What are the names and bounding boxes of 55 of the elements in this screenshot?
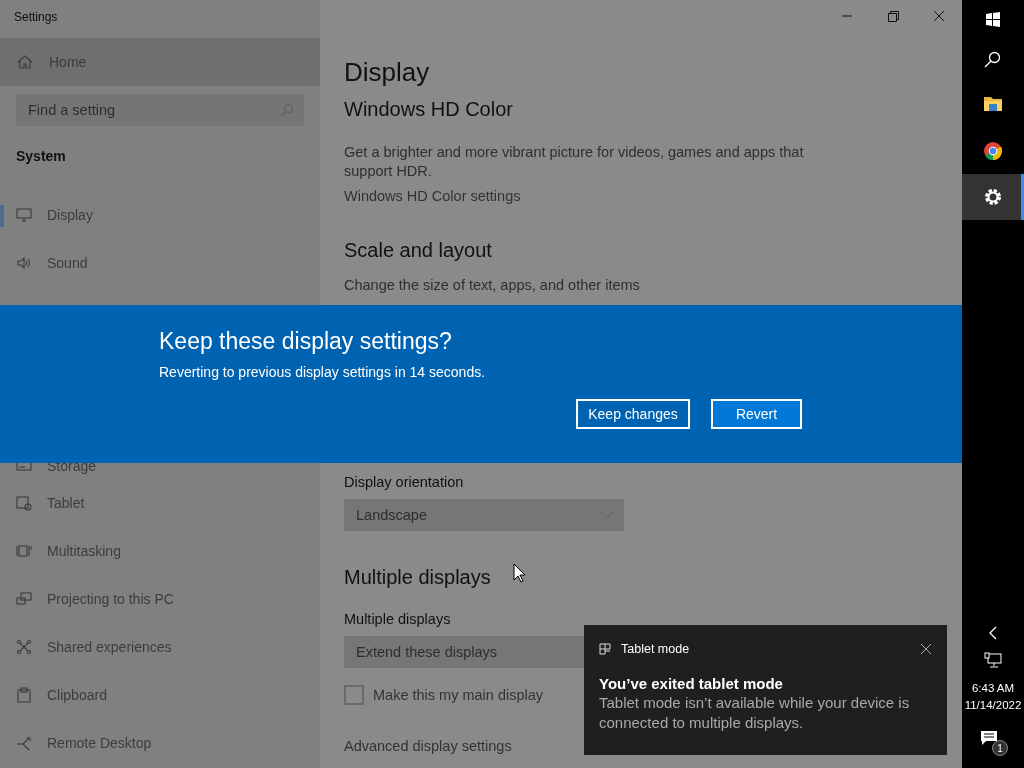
windows-stack-icon [16, 543, 32, 559]
browser-icon [983, 141, 1003, 161]
checkbox-label: Make this my main display [373, 687, 544, 703]
settings-link[interactable]: Windows HD Color settings [344, 188, 521, 204]
monitor-icon [16, 207, 32, 223]
section-title: System [15, 148, 67, 164]
sidebar-item[interactable]: Multitasking [0, 527, 320, 575]
house-icon [17, 54, 33, 70]
network-nodes-icon [16, 639, 32, 655]
speaker-icon [16, 255, 32, 271]
tablet-icon [16, 495, 32, 511]
sidebar-item[interactable]: Shared experiences [0, 623, 320, 671]
sidebar-item[interactable]: Tablet [0, 479, 320, 527]
dialog-title: Keep these display settings? [159, 327, 453, 355]
screens-icon [16, 591, 32, 607]
description-text: Get a brighter and more vibrant picture for videos, games and apps that support HDR. [344, 143, 805, 181]
sidebar-item[interactable]: Projecting to this PC [0, 575, 320, 623]
checkbox[interactable] [344, 685, 364, 705]
dialog-button[interactable]: Keep changes [576, 399, 690, 429]
sidebar-item[interactable]: Remote Desktop [0, 719, 320, 767]
clock-text[interactable]: 6:43 AM 11/14/2022 [964, 680, 1022, 714]
message-icon [980, 730, 998, 746]
tablet-mode-icon [599, 643, 611, 655]
search-field[interactable]: Find a setting [16, 94, 304, 126]
notifications-button[interactable]: 1 [978, 728, 1008, 756]
clipboard-icon [16, 687, 32, 703]
settings-link[interactable]: Advanced display settings [344, 738, 512, 754]
description-text: Change the size of text, apps, and other items [344, 276, 641, 295]
folder-icon [983, 94, 1003, 114]
arrows-icon [16, 735, 32, 751]
section-heading: Scale and layout [344, 238, 492, 263]
cursor-icon [513, 563, 526, 583]
sidebar-item[interactable]: Clipboard [0, 671, 320, 719]
section-heading: Multiple displays [344, 565, 491, 590]
section-heading: Windows HD Color [344, 97, 513, 122]
page-title: Display [344, 56, 431, 89]
sidebar-item[interactable]: Display [0, 191, 320, 239]
search-icon [983, 50, 1003, 70]
windows-logo-icon [983, 10, 1003, 30]
window-title: Settings [13, 9, 59, 26]
field-label: Multiple displays [344, 610, 452, 629]
toast-message: Tablet mode isn’t available while your device is connected to multiple displays. [599, 693, 911, 733]
toast-app-name: Tablet mode [621, 642, 690, 656]
chevron-left-icon[interactable] [988, 626, 998, 640]
dialog-button[interactable]: Revert [711, 399, 802, 429]
notification-count: 1 [992, 740, 1008, 756]
close-icon[interactable] [921, 644, 931, 654]
gear-icon [983, 187, 1003, 207]
field-label: Display orientation [344, 473, 465, 492]
taskbar-button[interactable] [962, 174, 1024, 220]
sidebar-item[interactable]: Sound [0, 239, 320, 287]
network-icon[interactable] [984, 652, 1002, 668]
dropdown[interactable]: Landscape [344, 499, 624, 531]
dialog-message: Reverting to previous display settings in 14 seconds. [159, 364, 487, 381]
toast-title: You’ve exited tablet mode [599, 674, 784, 693]
